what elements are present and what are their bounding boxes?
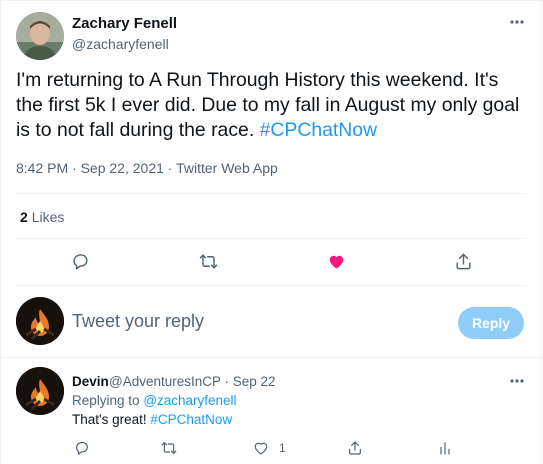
tweet-hashtag-link[interactable]: #CPChatNow (260, 119, 377, 141)
likes-stat[interactable]: 2 Likes (20, 209, 64, 225)
reply-author-handle[interactable]: @AdventuresInCP (109, 374, 221, 389)
replying-to: Replying to @zacharyfenell (72, 393, 237, 408)
author-avatar[interactable] (16, 12, 64, 60)
likes-count: 2 (20, 209, 28, 225)
retweet-icon (199, 253, 217, 269)
divider (16, 193, 526, 194)
reply-input[interactable]: Tweet your reply (72, 311, 204, 332)
reply-analytics-button[interactable] (436, 439, 454, 457)
like-button[interactable] (324, 249, 348, 273)
tweet-text: I'm returning to A Run Through History t… (16, 68, 526, 143)
retweet-icon (161, 442, 177, 454)
heart-icon (329, 255, 343, 269)
reply-author-meta: @AdventuresInCP · Sep 22 (109, 374, 276, 389)
tweet-source[interactable]: Twitter Web App (176, 160, 278, 176)
share-icon (349, 441, 361, 455)
reply-like-button[interactable] (252, 439, 270, 457)
reply-reply-button[interactable] (73, 439, 91, 457)
frame-border-left (0, 0, 1, 464)
heart-icon (254, 442, 268, 455)
more-icon (510, 20, 524, 24)
fire-avatar-icon (16, 297, 64, 345)
divider (16, 238, 526, 239)
author-handle[interactable]: @zacharyfenell (72, 36, 169, 52)
replying-to-handle-link[interactable]: @zacharyfenell (143, 393, 236, 408)
tweet-time[interactable]: 8:42 PM (16, 160, 68, 176)
share-button[interactable] (451, 249, 475, 273)
analytics-icon (440, 442, 450, 455)
tweet-metadata: 8:42 PM · Sep 22, 2021 · Twitter Web App (16, 160, 278, 176)
tweet-date[interactable]: Sep 22, 2021 (81, 160, 164, 176)
reply-submit-button[interactable]: Reply (458, 307, 524, 339)
reply-author-name[interactable]: Devin (72, 374, 109, 389)
frame-border-right (541, 0, 542, 464)
reply-more-options-button[interactable] (506, 373, 528, 389)
fire-avatar-icon (16, 367, 64, 415)
author-name[interactable]: Zachary Fenell (72, 15, 177, 32)
current-user-avatar[interactable] (16, 297, 64, 345)
person-avatar-icon (16, 12, 64, 60)
more-options-button[interactable] (506, 14, 528, 30)
reply-date[interactable]: Sep 22 (233, 374, 276, 389)
frame-border-top (0, 0, 543, 1)
divider (16, 285, 526, 286)
divider (0, 357, 543, 358)
reply-icon (72, 253, 87, 270)
reply-hashtag-link[interactable]: #CPChatNow (150, 412, 232, 427)
share-icon (455, 253, 471, 269)
reply-button[interactable] (68, 249, 92, 273)
reply-text: That's great! #CPChatNow (72, 412, 232, 427)
reply-body-text: That's great! (72, 412, 147, 427)
likes-label: Likes (31, 209, 65, 225)
reply-icon (76, 441, 88, 455)
reply-retweet-button[interactable] (160, 439, 178, 457)
reply-like-count: 1 (279, 441, 286, 455)
retweet-button[interactable] (196, 249, 220, 273)
replying-to-label: Replying to (72, 393, 140, 408)
reply-author-avatar[interactable] (16, 367, 64, 415)
more-icon (510, 379, 524, 383)
reply-share-button[interactable] (346, 439, 364, 457)
